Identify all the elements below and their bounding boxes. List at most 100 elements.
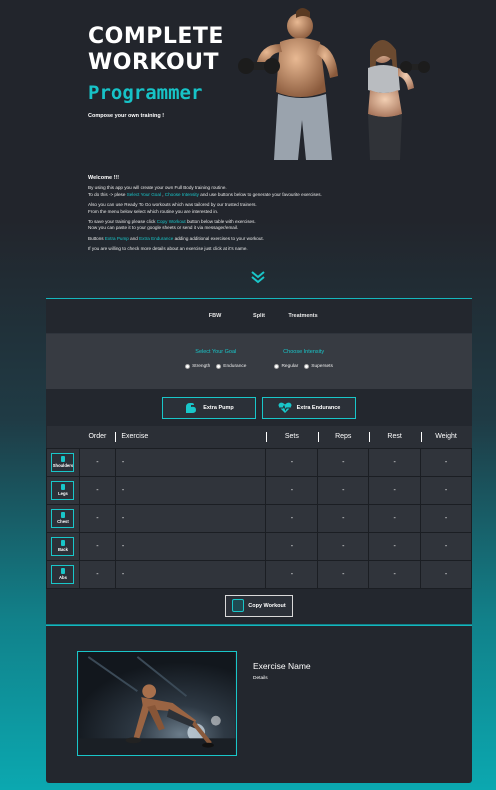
hero-subtitle: Programmer <box>88 82 203 104</box>
muscle-button-legs[interactable]: Legs <box>51 480 75 500</box>
muscle-button-abs[interactable]: Abs <box>51 564 75 584</box>
dumbbell-icon <box>60 484 65 490</box>
exercise-details-panel: Exercise Name Details <box>46 625 472 783</box>
muscle-button-shoulders[interactable]: Shoulders <box>51 452 75 472</box>
radio-icon[interactable] <box>304 364 310 369</box>
sets-cell: - <box>265 559 319 589</box>
intro-p4-text: Buttons <box>88 235 105 241</box>
hero-athletes-image <box>238 8 430 160</box>
sets-cell: - <box>265 447 319 477</box>
table-row: Abs - - - - - - <box>46 559 472 589</box>
intro-paragraph-5: If you are willing to check more details… <box>88 246 248 252</box>
intro-p3-line2: Now you can paste it to your google shee… <box>88 225 239 231</box>
hero-title-line1: COMPLETE <box>88 24 224 49</box>
order-cell: - <box>78 447 116 477</box>
intro-intensity-highlight: Choose Intensity <box>164 191 199 197</box>
intro-p3-end: button below table with exercises. <box>185 219 256 225</box>
intro-text: Welcome !!! By using this app you will c… <box>88 175 408 257</box>
intro-paragraph-2: Also you can use Ready To Go workouts wh… <box>88 202 408 215</box>
intensity-title: Choose Intensity <box>283 349 325 355</box>
table-header: Order Exercise Sets Reps Rest Weight <box>46 426 472 448</box>
exercise-header-label: Exercise <box>121 433 149 441</box>
intensity-options: Regular Supersets <box>274 364 333 369</box>
exercise-cell[interactable]: - <box>114 559 267 589</box>
options-section: Select Your Goal Strength Endurance Choo… <box>46 334 472 389</box>
order-header: Order <box>79 426 116 448</box>
workout-panel: FBW Split Treatments Select Your Goal St… <box>46 298 472 624</box>
dumbbell-icon <box>60 456 65 462</box>
weight-header: Weight <box>420 426 472 448</box>
goal-option-label: Endurance <box>223 364 247 369</box>
extras-bar: Extra Pump Extra Endurance <box>46 389 472 426</box>
rest-header-label: Rest <box>387 433 402 441</box>
rest-cell: - <box>368 447 422 477</box>
intensity-group: Choose Intensity Regular Supersets <box>274 349 333 389</box>
reps-header-label: Reps <box>335 433 352 441</box>
intro-endurance-highlight: Extra Endurance <box>139 235 174 241</box>
muscle-column-header <box>46 426 80 448</box>
intro-goal-highlight: Select Your Goal <box>126 191 161 197</box>
muscle-label: Shoulders <box>52 463 74 468</box>
flexed-arm-icon <box>186 402 197 413</box>
sets-cell: - <box>265 475 319 505</box>
exercise-name[interactable]: Exercise Name <box>253 661 311 671</box>
weight-cell: - <box>420 503 472 533</box>
goal-option-label: Strength <box>192 364 211 369</box>
weight-cell: - <box>420 447 472 477</box>
extra-endurance-label: Extra Endurance <box>296 404 341 411</box>
extra-pump-label: Extra Pump <box>203 404 234 411</box>
exercise-header: Exercise <box>115 426 266 448</box>
intro-copy-highlight: Copy Workout <box>156 219 186 225</box>
intro-p3-text: To save your training please click <box>88 219 157 225</box>
tab-fbw[interactable]: FBW <box>193 313 237 319</box>
exercise-cell[interactable]: - <box>114 503 267 533</box>
workout-table: Order Exercise Sets Reps Rest Weight Sho… <box>46 426 472 589</box>
exercise-cell[interactable]: - <box>114 475 267 505</box>
tab-treatments[interactable]: Treatments <box>281 313 325 319</box>
intro-p1-end: and use buttons below to generate your f… <box>198 191 322 197</box>
hero-title: COMPLETE WORKOUT <box>88 24 224 76</box>
welcome-heading: Welcome !!! <box>88 175 120 181</box>
intensity-option-regular[interactable]: Regular <box>274 364 298 369</box>
intro-pump-highlight: Extra Pump <box>104 235 129 241</box>
sets-cell: - <box>265 503 319 533</box>
goal-option-strength[interactable]: Strength <box>185 364 210 369</box>
goal-option-endurance[interactable]: Endurance <box>216 364 246 369</box>
reps-cell: - <box>317 447 370 477</box>
intro-p2-line1: Also you can use Ready To Go workouts wh… <box>88 202 257 208</box>
exercise-cell[interactable]: - <box>114 531 267 561</box>
copy-workout-label: Copy Workout <box>248 602 286 609</box>
copy-workout-button[interactable]: Copy Workout <box>225 594 293 617</box>
muscle-button-chest[interactable]: Chest <box>51 508 75 528</box>
table-row: Chest - - - - - - <box>46 503 472 533</box>
intensity-option-label: Supersets <box>311 364 333 369</box>
tab-split[interactable]: Split <box>237 313 281 319</box>
reps-cell: - <box>317 475 370 505</box>
radio-icon[interactable] <box>185 364 191 369</box>
radio-icon[interactable] <box>216 364 222 369</box>
rest-cell: - <box>368 475 422 505</box>
intensity-option-supersets[interactable]: Supersets <box>304 364 333 369</box>
order-cell: - <box>78 475 116 505</box>
weight-cell: - <box>420 531 472 561</box>
hero-tagline: Compose your own training ! <box>88 113 165 119</box>
rest-cell: - <box>368 559 422 589</box>
dumbbell-icon <box>60 512 65 518</box>
intensity-option-label: Regular <box>281 364 299 369</box>
hero-title-line2: WORKOUT <box>88 50 220 75</box>
chevron-down-icon[interactable] <box>250 270 266 284</box>
intro-p4-end: adding additional exercises to your work… <box>173 235 264 241</box>
extra-endurance-button[interactable]: Extra Endurance <box>262 396 356 419</box>
dumbbell-icon <box>60 568 65 574</box>
goal-group: Select Your Goal Strength Endurance <box>185 349 246 389</box>
extra-pump-button[interactable]: Extra Pump <box>162 396 256 419</box>
muscle-cell: Legs <box>46 475 80 505</box>
muscle-button-back[interactable]: Back <box>51 536 75 556</box>
rest-cell: - <box>368 531 422 561</box>
goal-options: Strength Endurance <box>185 364 246 369</box>
muscle-label: Abs <box>59 575 67 580</box>
rest-header: Rest <box>368 426 421 448</box>
heartbeat-icon <box>278 402 292 413</box>
exercise-cell[interactable]: - <box>114 447 267 477</box>
radio-icon[interactable] <box>274 364 280 369</box>
